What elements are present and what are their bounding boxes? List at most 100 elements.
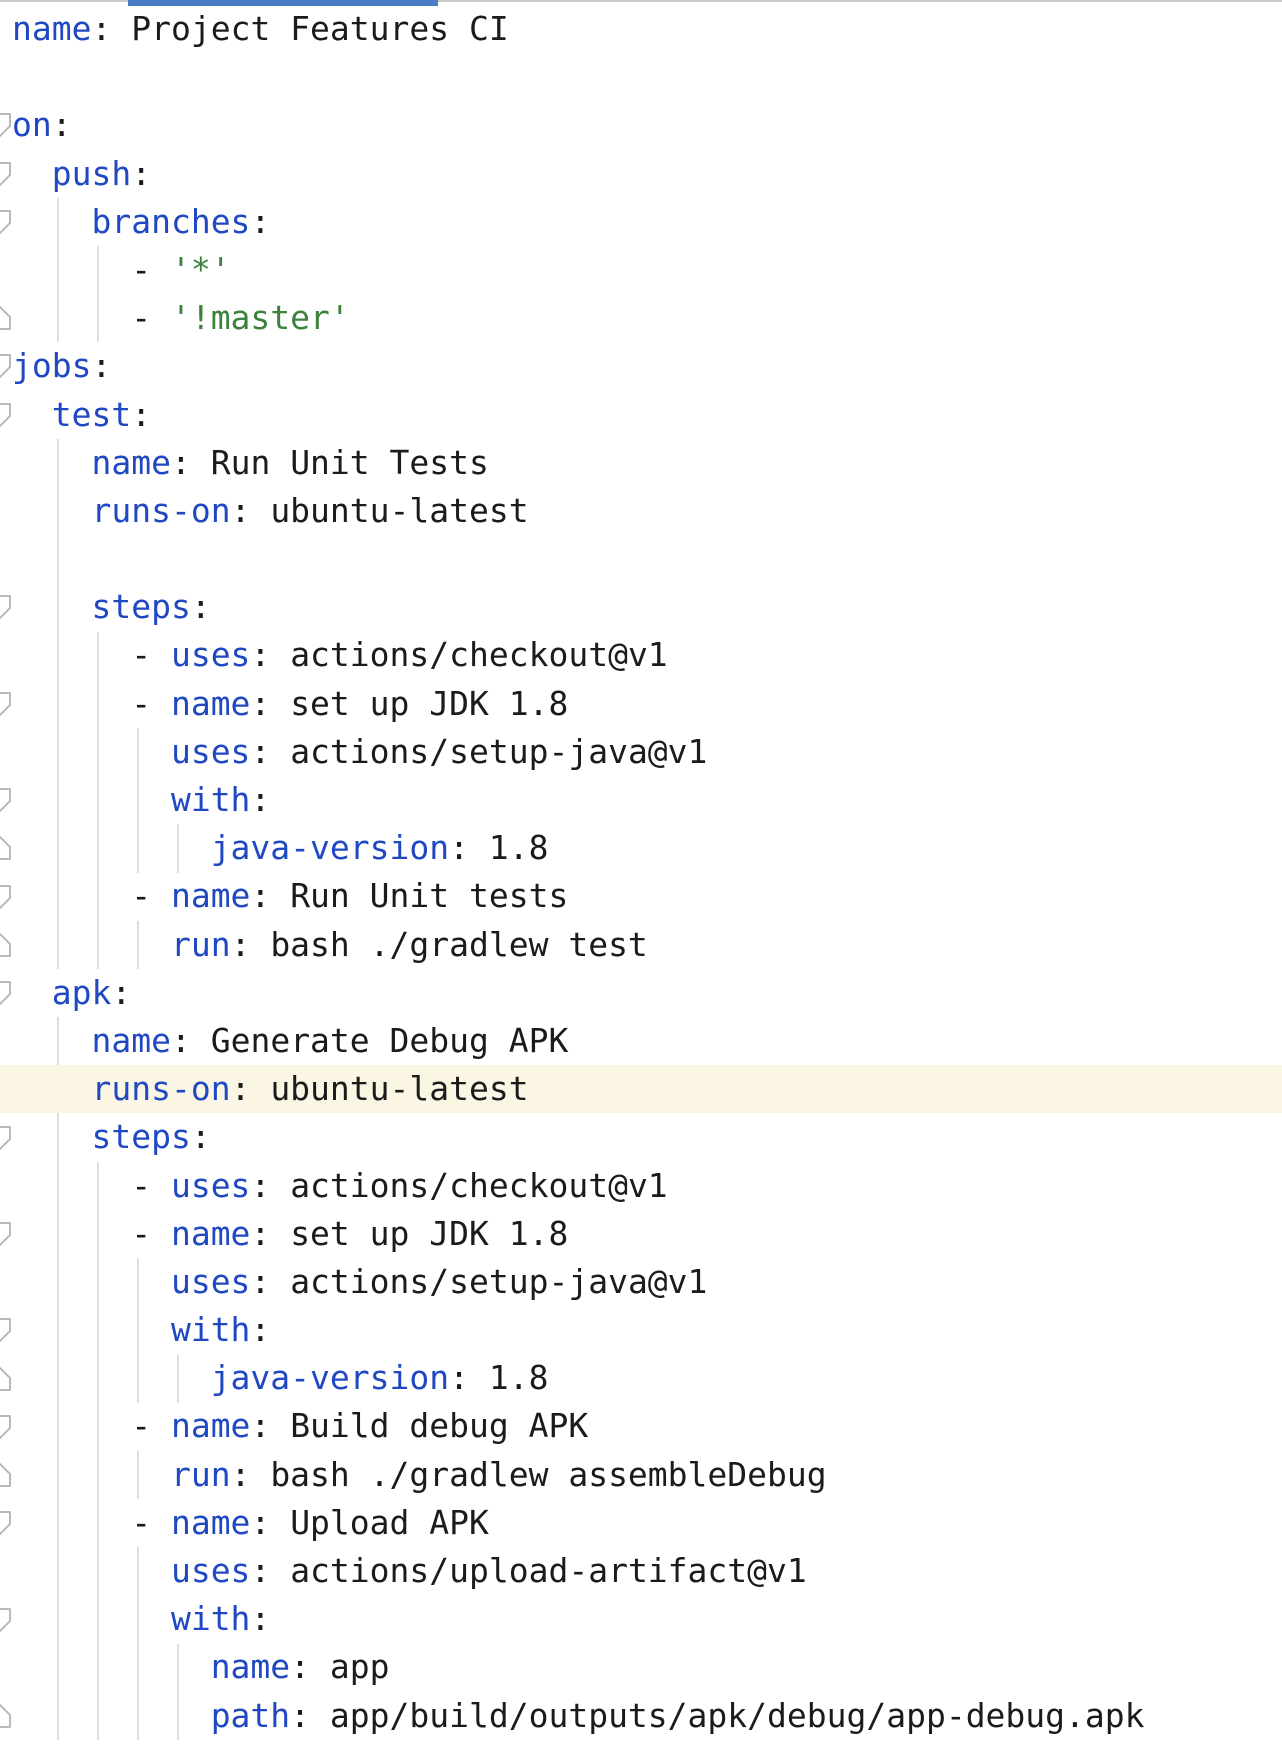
code-line[interactable] xyxy=(0,535,1282,583)
yaml-key: jobs xyxy=(12,346,92,386)
fold-end-icon[interactable] xyxy=(0,932,12,958)
yaml-text xyxy=(12,1262,171,1301)
yaml-text xyxy=(12,1021,91,1060)
current-line[interactable]: runs-on: ubuntu-latest xyxy=(0,1065,1282,1114)
fold-end-icon[interactable] xyxy=(0,1703,12,1729)
yaml-text: : xyxy=(250,1551,291,1590)
code-line[interactable]: jobs: xyxy=(0,342,1282,390)
yaml-text: Project Features CI xyxy=(131,9,509,48)
fold-start-icon[interactable] xyxy=(0,884,12,910)
code-line[interactable]: - uses: actions/checkout@v1 xyxy=(0,631,1282,679)
yaml-text xyxy=(12,395,52,434)
fold-start-icon[interactable] xyxy=(0,1414,12,1440)
fold-start-icon[interactable] xyxy=(0,353,12,379)
fold-end-icon[interactable] xyxy=(0,1462,12,1488)
yaml-key: steps xyxy=(91,587,191,627)
code-line[interactable]: - name: Run Unit tests xyxy=(0,872,1282,920)
yaml-text: : xyxy=(250,780,271,819)
yaml-editor[interactable]: name: Project Features CI on: push: branc… xyxy=(0,0,1282,1750)
code-line[interactable]: run: bash ./gradlew test xyxy=(0,921,1282,969)
yaml-text: : xyxy=(250,1213,291,1253)
code-line[interactable]: uses: actions/upload-artifact@v1 xyxy=(0,1547,1282,1595)
yaml-text xyxy=(12,202,91,241)
fold-start-icon[interactable] xyxy=(0,1317,12,1343)
yaml-string: '!master' xyxy=(170,298,350,338)
yaml-text: : xyxy=(170,442,211,482)
yaml-text: - xyxy=(12,249,171,289)
fold-start-icon[interactable] xyxy=(0,1221,12,1247)
yaml-text: : xyxy=(190,1117,211,1157)
yaml-key: java-version xyxy=(210,828,450,868)
yaml-key: name xyxy=(170,1406,251,1446)
fold-start-icon[interactable] xyxy=(0,787,12,813)
yaml-key: uses xyxy=(170,635,251,675)
code-area[interactable]: name: Project Features CI on: push: branc… xyxy=(0,5,1282,1740)
code-line[interactable]: with: xyxy=(0,1595,1282,1643)
yaml-text: app/build/outputs/apk/debug/app-debug.ap… xyxy=(329,1695,1145,1735)
code-line[interactable]: test: xyxy=(0,391,1282,439)
yaml-text: : xyxy=(250,1502,291,1542)
yaml-key: apk xyxy=(51,972,112,1012)
yaml-text xyxy=(12,1647,211,1686)
code-line[interactable]: with: xyxy=(0,1306,1282,1354)
code-line[interactable]: java-version: 1.8 xyxy=(0,824,1282,872)
code-line[interactable] xyxy=(0,53,1282,101)
yaml-text xyxy=(12,443,91,482)
yaml-text: : xyxy=(290,1695,330,1735)
code-line[interactable]: uses: actions/setup-java@v1 xyxy=(0,1258,1282,1306)
code-line[interactable]: run: bash ./gradlew assembleDebug xyxy=(0,1451,1282,1499)
yaml-key: runs-on xyxy=(91,1069,231,1109)
fold-end-icon[interactable] xyxy=(0,835,12,861)
fold-start-icon[interactable] xyxy=(0,161,12,187)
yaml-key: run xyxy=(170,1454,231,1494)
yaml-text: : xyxy=(230,490,271,530)
yaml-text: : xyxy=(91,9,132,48)
code-line[interactable]: name: Project Features CI xyxy=(0,5,1282,53)
fold-start-icon[interactable] xyxy=(0,209,12,235)
code-line[interactable]: - name: Upload APK xyxy=(0,1499,1282,1547)
yaml-text: ubuntu-latest xyxy=(270,490,529,530)
yaml-key: name xyxy=(91,1020,171,1060)
code-line[interactable]: steps: xyxy=(0,1113,1282,1161)
fold-start-icon[interactable] xyxy=(0,691,12,717)
yaml-text: : xyxy=(449,1358,489,1398)
code-line[interactable]: - uses: actions/checkout@v1 xyxy=(0,1162,1282,1210)
code-line[interactable]: - name: set up JDK 1.8 xyxy=(0,680,1282,728)
code-line[interactable]: push: xyxy=(0,150,1282,198)
fold-end-icon[interactable] xyxy=(0,305,12,331)
yaml-text: actions/setup-java@v1 xyxy=(290,1261,708,1301)
code-line[interactable]: name: app xyxy=(0,1643,1282,1691)
fold-start-icon[interactable] xyxy=(0,402,12,428)
yaml-text: ubuntu-latest xyxy=(270,1069,529,1109)
code-line[interactable]: apk: xyxy=(0,969,1282,1017)
code-line[interactable]: - '!master' xyxy=(0,294,1282,342)
code-line[interactable]: with: xyxy=(0,776,1282,824)
fold-start-icon[interactable] xyxy=(0,1607,12,1633)
fold-start-icon[interactable] xyxy=(0,1510,12,1536)
code-line[interactable]: branches: xyxy=(0,198,1282,246)
yaml-text: set up JDK 1.8 xyxy=(290,1213,569,1253)
code-line[interactable]: on: xyxy=(0,101,1282,149)
yaml-text: set up JDK 1.8 xyxy=(290,683,569,723)
code-line[interactable]: name: Generate Debug APK xyxy=(0,1017,1282,1065)
code-line[interactable]: - '*' xyxy=(0,246,1282,294)
yaml-text: Run Unit Tests xyxy=(210,442,489,482)
code-line[interactable]: path: app/build/outputs/apk/debug/app-de… xyxy=(0,1692,1282,1740)
yaml-text: - xyxy=(12,683,171,723)
yaml-text: - xyxy=(12,1213,171,1253)
fold-start-icon[interactable] xyxy=(0,1125,12,1151)
code-line[interactable]: steps: xyxy=(0,583,1282,631)
yaml-key: run xyxy=(170,924,231,964)
code-line[interactable]: - name: set up JDK 1.8 xyxy=(0,1210,1282,1258)
fold-start-icon[interactable] xyxy=(0,594,12,620)
code-line[interactable]: name: Run Unit Tests xyxy=(0,439,1282,487)
yaml-text: : xyxy=(230,924,271,964)
fold-start-icon[interactable] xyxy=(0,980,12,1006)
code-line[interactable]: runs-on: ubuntu-latest xyxy=(0,487,1282,535)
code-line[interactable]: java-version: 1.8 xyxy=(0,1354,1282,1402)
fold-start-icon[interactable] xyxy=(0,112,12,138)
fold-end-icon[interactable] xyxy=(0,1366,12,1392)
code-line[interactable]: uses: actions/setup-java@v1 xyxy=(0,728,1282,776)
code-line[interactable]: - name: Build debug APK xyxy=(0,1402,1282,1450)
yaml-text xyxy=(12,587,91,626)
